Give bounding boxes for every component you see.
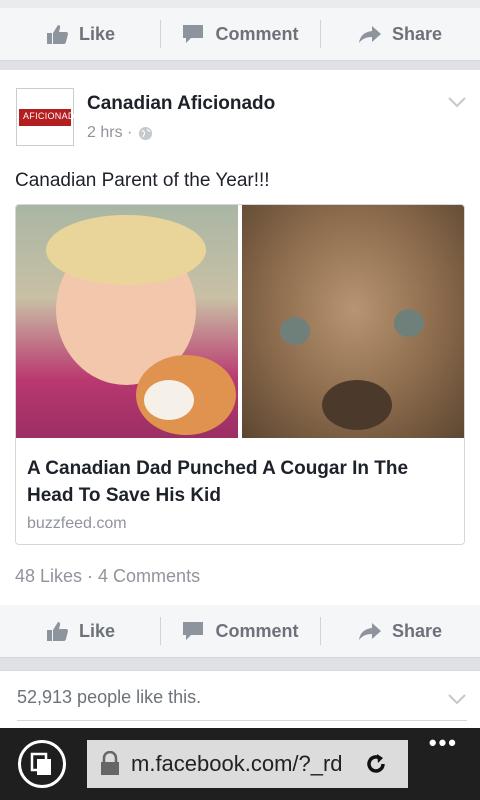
share-label: Share — [391, 23, 443, 44]
refresh-icon[interactable] — [363, 751, 389, 777]
post-card: AFICIONADO Canadian Aficionado 2 hrs · C… — [0, 70, 480, 605]
like-label: Like — [78, 23, 116, 44]
url-text: m.facebook.com/?_rd — [131, 751, 343, 776]
page-likes-text: 52,913 people like this. — [17, 687, 202, 707]
more-options-button[interactable]: ••• — [429, 730, 458, 756]
page-name[interactable]: Canadian Aficionado — [87, 93, 275, 115]
url-field[interactable]: m.facebook.com/?_rd — [87, 740, 408, 788]
top-action-bar: Like Comment Share — [0, 8, 480, 61]
comment-label: Comment — [215, 23, 299, 44]
link-title: A Canadian Dad Punched A Cougar In The H… — [27, 458, 409, 506]
comment-icon — [183, 622, 204, 640]
chevron-down-icon[interactable] — [448, 693, 466, 705]
chevron-down-icon[interactable] — [448, 96, 466, 108]
lock-icon — [101, 751, 119, 775]
post-comment-button[interactable]: Comment — [160, 605, 320, 657]
post-action-bar: Like Comment Share — [0, 605, 480, 658]
thumbs-up-icon — [46, 622, 68, 641]
post-share-button[interactable]: Share — [320, 605, 480, 657]
comment-label: Comment — [215, 620, 299, 641]
reaction-counts[interactable]: 48 Likes · 4 Comments — [15, 566, 200, 587]
child-photo — [16, 205, 238, 438]
browser-address-bar: m.facebook.com/?_rd ••• — [0, 728, 480, 800]
post-like-button[interactable]: Like — [0, 605, 160, 657]
globe-icon — [139, 126, 153, 140]
like-button[interactable]: Like — [0, 8, 160, 60]
share-arrow-icon — [358, 623, 381, 640]
tabs-icon — [30, 752, 51, 775]
comment-icon — [183, 25, 204, 43]
thumbs-up-icon — [46, 25, 68, 44]
post-text: Canadian Parent of the Year!!! — [15, 170, 270, 191]
tabs-button[interactable] — [18, 740, 66, 788]
link-preview[interactable]: A Canadian Dad Punched A Cougar In The H… — [15, 204, 465, 545]
page-likes-strip[interactable]: 52,913 people like this. — [0, 670, 480, 729]
post-time[interactable]: 2 hrs · — [87, 124, 132, 142]
avatar-text: AFICIONADO — [23, 111, 83, 121]
comment-button[interactable]: Comment — [160, 8, 320, 60]
post-meta: 2 hrs · — [87, 124, 153, 142]
share-arrow-icon — [358, 26, 381, 43]
cougar-photo — [242, 205, 464, 438]
share-label: Share — [391, 620, 443, 641]
page-avatar[interactable]: AFICIONADO — [16, 88, 82, 146]
share-button[interactable]: Share — [320, 8, 480, 60]
like-label: Like — [78, 620, 116, 641]
link-domain: buzzfeed.com — [27, 515, 127, 532]
